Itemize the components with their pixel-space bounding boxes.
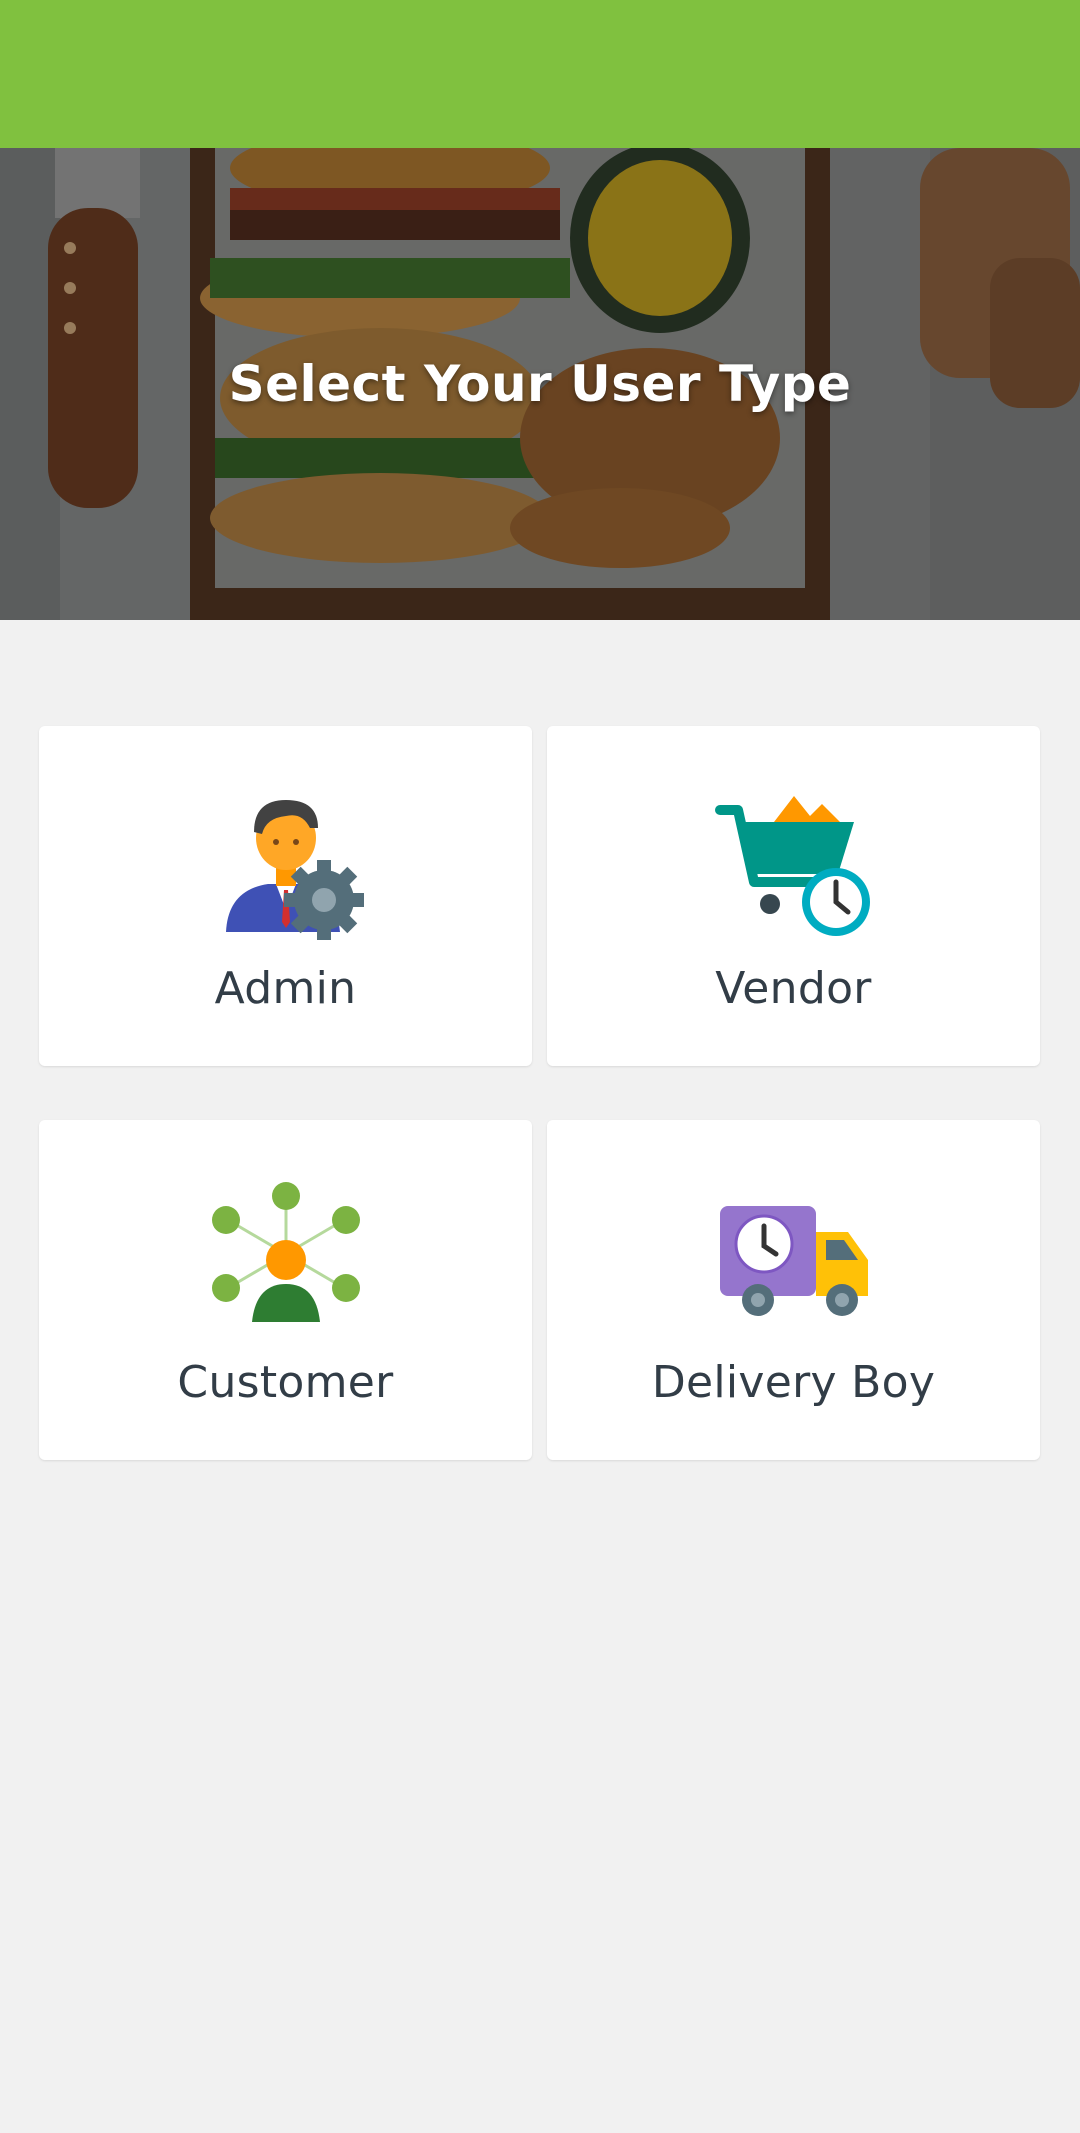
user-type-card-delivery-boy[interactable]: Delivery Boy bbox=[547, 1120, 1040, 1460]
admin-gear-icon bbox=[206, 782, 366, 942]
customer-network-icon bbox=[206, 1176, 366, 1336]
user-type-card-vendor[interactable]: Vendor bbox=[547, 726, 1040, 1066]
page-title: Select Your User Type bbox=[228, 355, 852, 413]
delivery-truck-clock-icon bbox=[714, 1176, 874, 1336]
user-type-label: Delivery Boy bbox=[651, 1357, 936, 1408]
user-type-label: Admin bbox=[214, 963, 357, 1014]
hero-banner: Select Your User Type bbox=[0, 148, 1080, 620]
shopping-cart-clock-icon bbox=[714, 782, 874, 942]
user-type-card-admin[interactable]: Admin bbox=[39, 726, 532, 1066]
user-type-label: Vendor bbox=[715, 963, 872, 1014]
top-app-bar bbox=[0, 0, 1080, 148]
user-type-label: Customer bbox=[177, 1357, 394, 1408]
user-type-card-customer[interactable]: Customer bbox=[39, 1120, 532, 1460]
